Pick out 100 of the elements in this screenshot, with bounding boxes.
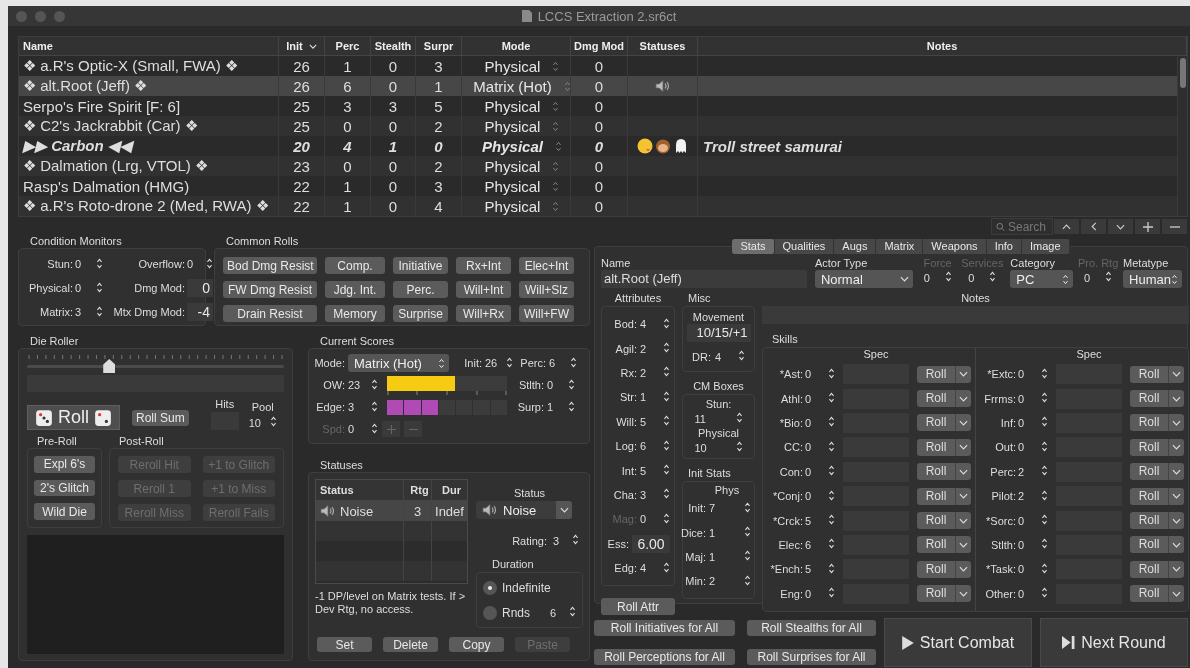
roll-button[interactable]: Will+Rx xyxy=(456,305,511,322)
roll-button[interactable]: Roll xyxy=(917,536,955,554)
roll-menu-button[interactable] xyxy=(1168,414,1184,432)
roll-menu-button[interactable] xyxy=(955,414,971,432)
stepper-arrows[interactable] xyxy=(568,377,575,393)
status-action-button[interactable]: Delete xyxy=(383,637,438,652)
radio-button[interactable] xyxy=(483,580,497,595)
roll-menu-button[interactable] xyxy=(955,463,971,481)
number-field[interactable]: 5 xyxy=(805,563,827,576)
radio-button[interactable] xyxy=(483,605,497,620)
movement-field[interactable]: 10/15/+1 xyxy=(686,324,751,342)
column-header[interactable]: Rtg xyxy=(404,480,432,500)
number-field[interactable]: 6 xyxy=(805,538,827,551)
table-row[interactable]: ❖ alt.Root (Jeff) ❖ 26 6 0 1 Matrix (Hot) 0 xyxy=(19,76,1177,96)
roll-button[interactable]: Roll xyxy=(1130,438,1168,456)
number-field[interactable]: 0 xyxy=(1018,416,1040,429)
number-field[interactable]: 0 xyxy=(1018,563,1040,576)
down-chevron-button[interactable] xyxy=(1107,218,1134,235)
stepper-arrows[interactable] xyxy=(206,256,213,272)
roll-button[interactable]: Bod Dmg Resist xyxy=(223,257,317,274)
roll-button[interactable]: Drain Resist xyxy=(223,305,317,322)
roll-button[interactable]: Surprise xyxy=(393,305,448,322)
stepper-arrows[interactable] xyxy=(828,561,835,577)
number-field[interactable]: 3 xyxy=(348,401,370,413)
roll-button[interactable]: Roll xyxy=(917,463,955,481)
stepper-arrows[interactable] xyxy=(663,316,670,332)
roll-menu-button[interactable] xyxy=(1168,390,1184,408)
number-field[interactable]: 0 xyxy=(1018,368,1040,381)
stepper-arrows[interactable] xyxy=(737,349,745,364)
roll-menu-button[interactable] xyxy=(955,585,971,603)
option-button[interactable]: Expl 6's xyxy=(34,456,95,473)
roll-all-button[interactable]: Roll Surprises for All xyxy=(747,649,876,665)
roll-menu-button[interactable] xyxy=(955,560,971,578)
roll-button[interactable]: Roll xyxy=(917,585,955,603)
roll-button[interactable]: Initiative xyxy=(393,257,448,274)
number-field[interactable]: 0 xyxy=(1018,538,1040,551)
mode-dropdown[interactable]: Physical xyxy=(470,137,562,155)
add-button[interactable] xyxy=(1134,218,1161,235)
number-field[interactable]: 0 xyxy=(805,490,827,503)
number-field[interactable]: 0 xyxy=(1018,514,1040,527)
number-field[interactable]: 0 xyxy=(1018,392,1040,405)
roll-button[interactable]: Roll xyxy=(1130,560,1168,578)
table-row[interactable]: ❖ Dalmation (Lrg, VTOL) ❖ 23 0 0 2 Physical 0 xyxy=(19,156,1177,176)
roll-sum-button[interactable]: Roll Sum xyxy=(132,410,189,426)
roll-button[interactable]: Roll xyxy=(917,365,955,383)
left-chevron-button[interactable] xyxy=(1080,218,1107,235)
roll-button[interactable]: Roll xyxy=(917,560,955,578)
stepper-arrows[interactable] xyxy=(371,421,378,437)
roll-button[interactable]: Will+Slz xyxy=(519,281,574,298)
roll-menu-button[interactable] xyxy=(1168,536,1184,554)
roll-menu-button[interactable] xyxy=(955,438,971,456)
roll-button[interactable]: Roll xyxy=(917,438,955,456)
stepper-arrows[interactable] xyxy=(1041,561,1048,577)
stepper-arrows[interactable] xyxy=(570,355,577,371)
number-field[interactable]: 0 xyxy=(187,279,213,297)
next-round-button[interactable]: Next Round xyxy=(1040,618,1188,667)
mode-dropdown[interactable]: Physical xyxy=(472,97,560,115)
stepper-arrows[interactable] xyxy=(572,533,579,548)
stepper-arrows[interactable] xyxy=(269,415,277,430)
number-field[interactable]: 6 xyxy=(550,606,568,619)
number-field[interactable]: 6 xyxy=(640,440,662,453)
roll-button[interactable]: Perc. xyxy=(393,281,448,298)
mode-dropdown[interactable]: Physical xyxy=(472,57,560,75)
number-field[interactable]: 4 xyxy=(640,318,662,331)
number-field[interactable]: 4 xyxy=(640,562,662,575)
table-row[interactable]: Noise 3 Indef xyxy=(316,501,467,521)
number-field[interactable]: 10 xyxy=(694,441,735,454)
column-header[interactable]: Notes xyxy=(698,37,1187,55)
column-header[interactable]: Dur xyxy=(432,480,467,500)
roll-menu-button[interactable] xyxy=(1168,585,1184,603)
stepper-arrows[interactable] xyxy=(1105,270,1113,285)
number-field[interactable]: 5 xyxy=(805,514,827,527)
number-field[interactable]: 0 xyxy=(187,258,205,270)
stepper-arrows[interactable] xyxy=(828,439,835,455)
stepper-arrows[interactable] xyxy=(663,389,670,405)
number-field[interactable]: 3 xyxy=(75,306,95,318)
roll-menu-button[interactable] xyxy=(955,487,971,505)
stepper-arrows[interactable] xyxy=(96,280,103,296)
number-field[interactable]: 7 xyxy=(709,502,743,515)
dice-slider[interactable] xyxy=(27,355,284,371)
roll-button[interactable]: Roll xyxy=(1130,536,1168,554)
roll-menu-button[interactable] xyxy=(1168,463,1184,481)
mode-dropdown[interactable]: Physical xyxy=(472,177,560,195)
number-field[interactable]: 0 xyxy=(805,465,827,478)
roll-menu-button[interactable] xyxy=(955,365,971,383)
number-field[interactable]: 23 xyxy=(348,379,370,391)
roll-menu-button[interactable] xyxy=(955,536,971,554)
roll-all-button[interactable]: Roll Stealths for All xyxy=(747,620,876,636)
number-field[interactable]: 0 xyxy=(75,282,95,294)
column-header[interactable]: Status xyxy=(316,480,404,500)
stepper-arrows[interactable] xyxy=(506,355,513,371)
roll-all-button[interactable]: Roll Initiatives for All xyxy=(594,620,735,636)
stepper-arrows[interactable] xyxy=(1041,488,1048,504)
stepper-arrows[interactable] xyxy=(568,399,575,415)
roll-menu-button[interactable] xyxy=(1168,365,1184,383)
number-field[interactable]: 0 xyxy=(805,368,827,381)
category-dropdown[interactable]: PC xyxy=(1010,270,1074,288)
status-dropdown[interactable]: Noise xyxy=(476,501,572,519)
option-button[interactable]: Wild Die xyxy=(34,503,95,520)
stepper-arrows[interactable] xyxy=(663,438,670,454)
